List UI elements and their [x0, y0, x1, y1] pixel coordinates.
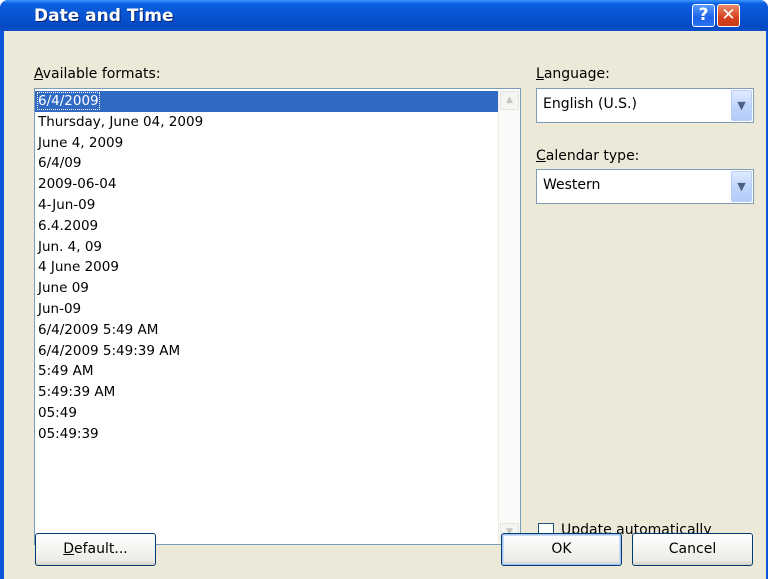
- dialog-body: Available formats: 6/4/2009 Thursday, Jun…: [4, 31, 766, 579]
- ok-button[interactable]: OK: [501, 533, 622, 566]
- dialog-title: Date and Time: [34, 6, 174, 26]
- format-list-items: 6/4/2009 Thursday, June 04, 2009 June 4, 2…: [35, 91, 499, 445]
- format-list-item[interactable]: Jun. 4, 09: [35, 237, 499, 258]
- title-bar[interactable]: Date and Time ? ✕: [0, 0, 768, 31]
- format-list-item-text: June 4, 2009: [38, 134, 124, 151]
- default-access-key: D: [63, 541, 75, 557]
- format-list-item-text: 6.4.2009: [38, 217, 99, 234]
- format-list-item[interactable]: 6/4/09: [35, 153, 499, 174]
- language-select[interactable]: English (U.S.) ▼: [536, 88, 754, 123]
- format-list-item[interactable]: 6/4/2009 5:49 AM: [35, 320, 499, 341]
- language-value: English (U.S.): [543, 96, 637, 112]
- cancel-button-label: Cancel: [668, 541, 717, 557]
- format-list-item-text: Jun. 4, 09: [38, 238, 103, 255]
- close-button[interactable]: ✕: [717, 4, 740, 27]
- ok-button-label: OK: [551, 541, 572, 557]
- language-label: Language:: [536, 66, 610, 82]
- calendar-type-access-key: C: [536, 148, 546, 164]
- calendar-type-label-text: alendar type:: [545, 148, 640, 164]
- format-list-item-text: 5:49 AM: [38, 363, 94, 380]
- format-list-item-text: 6/4/2009 5:49 AM: [38, 321, 159, 338]
- scroll-up-button[interactable]: ▲: [500, 91, 519, 110]
- available-formats-label: Available formats:: [34, 66, 161, 82]
- format-list-item-text: 05:49: [38, 404, 77, 421]
- format-list-item-text: 2009-06-04: [38, 176, 117, 193]
- help-button[interactable]: ?: [692, 4, 715, 27]
- date-time-dialog: Date and Time ? ✕ Available formats: 6/4…: [0, 0, 768, 579]
- language-dropdown-button[interactable]: ▼: [731, 90, 752, 121]
- format-list-item[interactable]: 6/4/2009 5:49:39 AM: [35, 341, 499, 362]
- language-label-text: anguage:: [543, 66, 610, 82]
- default-button[interactable]: Default...: [35, 533, 156, 566]
- cancel-button[interactable]: Cancel: [632, 533, 753, 566]
- format-list-item-text: 6/4/09: [38, 155, 82, 172]
- format-list-item-text: 4 June 2009: [38, 259, 119, 276]
- format-list-item[interactable]: 5:49 AM: [35, 361, 499, 382]
- calendar-type-value: Western: [543, 177, 601, 193]
- format-list-item-text: Jun-09: [38, 300, 82, 317]
- available-formats-label-text: vailable formats:: [42, 66, 161, 82]
- format-list-item[interactable]: 6/4/2009: [35, 91, 499, 112]
- format-list-item-text: 6/4/2009 5:49:39 AM: [38, 342, 181, 359]
- format-list-item[interactable]: June 09: [35, 278, 499, 299]
- calendar-type-label: Calendar type:: [536, 148, 639, 164]
- format-list-item[interactable]: 6.4.2009: [35, 216, 499, 237]
- format-list-item[interactable]: June 4, 2009: [35, 133, 499, 154]
- available-formats-list[interactable]: 6/4/2009 Thursday, June 04, 2009 June 4, 2…: [34, 88, 521, 545]
- format-list-item[interactable]: 2009-06-04: [35, 174, 499, 195]
- format-list-item-text: 05:49:39: [38, 425, 99, 442]
- calendar-type-dropdown-button[interactable]: ▼: [731, 171, 752, 202]
- format-list-item[interactable]: 4-Jun-09: [35, 195, 499, 216]
- format-list-item-text: June 09: [38, 280, 89, 297]
- format-list-item-text: 5:49:39 AM: [38, 384, 116, 401]
- format-list-item[interactable]: Thursday, June 04, 2009: [35, 112, 499, 133]
- format-list-item[interactable]: 05:49: [35, 403, 499, 424]
- format-list-item[interactable]: 05:49:39: [35, 424, 499, 445]
- chevron-down-icon: ▼: [737, 99, 746, 112]
- help-icon: ?: [698, 5, 709, 25]
- format-list-item-text: 4-Jun-09: [38, 196, 96, 213]
- format-list-item-text: 6/4/2009: [37, 92, 100, 110]
- format-list-item-text: Thursday, June 04, 2009: [38, 113, 204, 130]
- available-formats-access-key: A: [34, 66, 43, 82]
- chevron-up-icon: ▲: [506, 95, 513, 105]
- calendar-type-select[interactable]: Western ▼: [536, 169, 754, 204]
- language-access-key: L: [536, 66, 544, 82]
- list-scrollbar[interactable]: ▲ ▼: [498, 89, 520, 544]
- default-button-label: efault...: [74, 541, 128, 557]
- chevron-down-icon: ▼: [737, 180, 746, 193]
- format-list-item[interactable]: 4 June 2009: [35, 257, 499, 278]
- close-icon: ✕: [721, 5, 736, 25]
- format-list-item[interactable]: Jun-09: [35, 299, 499, 320]
- format-list-item[interactable]: 5:49:39 AM: [35, 382, 499, 403]
